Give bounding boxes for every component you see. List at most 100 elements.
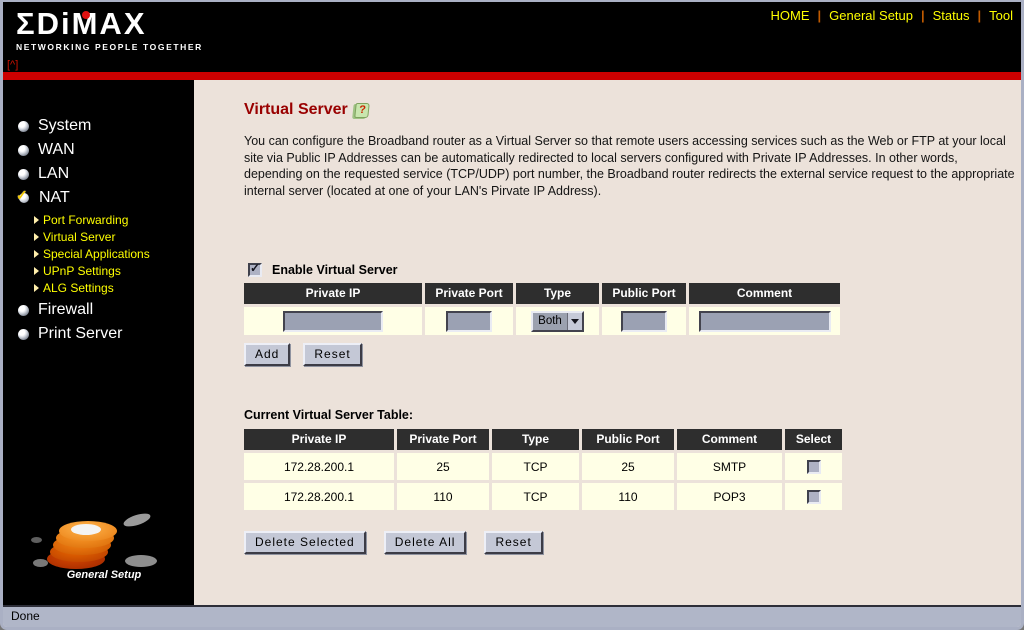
add-button[interactable]: Add bbox=[244, 343, 291, 367]
private-ip-input[interactable] bbox=[283, 310, 383, 332]
submenu-item-label: Port Forwarding bbox=[43, 212, 129, 227]
column-header: Public Port bbox=[582, 429, 674, 451]
sidebar-item-lan[interactable]: LAN bbox=[3, 162, 194, 186]
virtual-server-input-table: Private IP Private Port Type Public Port… bbox=[244, 283, 840, 336]
delete-selected-button[interactable]: Delete Selected bbox=[244, 531, 366, 555]
triangle-bullet-icon bbox=[34, 249, 39, 258]
sidebar-item-system[interactable]: System bbox=[3, 114, 194, 138]
top-anchor-link[interactable]: [^] bbox=[7, 59, 18, 71]
edimax-logo: ΣDiMAX NETWORKING PEOPLE TOGETHER bbox=[16, 8, 203, 53]
column-header: Private Port bbox=[425, 283, 513, 305]
top-nav: HOME | General Setup | Status | Tool bbox=[771, 8, 1013, 23]
submenu-item-label: Special Applications bbox=[43, 246, 150, 261]
sidebar: System WAN LAN ✓ NAT Port Forwarding Vir… bbox=[3, 80, 194, 605]
sidebar-item-label: Firewall bbox=[38, 301, 94, 318]
enable-virtual-server-checkbox[interactable] bbox=[248, 261, 262, 278]
nav-tool[interactable]: Tool bbox=[989, 8, 1013, 23]
table-row-cell: 110 bbox=[397, 483, 489, 511]
table-row-cell: 25 bbox=[582, 453, 674, 481]
reset-table-button[interactable]: Reset bbox=[484, 531, 543, 555]
table-row-cell: POP3 bbox=[677, 483, 782, 511]
row-select-checkbox[interactable] bbox=[806, 459, 821, 474]
sidebar-item-print-server[interactable]: Print Server bbox=[3, 322, 194, 346]
submenu-item-port-forwarding[interactable]: Port Forwarding bbox=[3, 211, 194, 228]
column-header: Type bbox=[516, 283, 599, 305]
row-select-checkbox[interactable] bbox=[806, 489, 821, 504]
page-title: Virtual Server bbox=[244, 101, 348, 118]
general-setup-label: General Setup bbox=[66, 569, 142, 581]
checked-bullet-icon: ✓ bbox=[16, 187, 29, 203]
sidebar-item-nat[interactable]: ✓ NAT bbox=[3, 186, 194, 210]
sidebar-item-firewall[interactable]: Firewall bbox=[3, 298, 194, 322]
delete-all-button[interactable]: Delete All bbox=[383, 531, 467, 555]
submenu-item-label: UPnP Settings bbox=[43, 263, 121, 278]
main-content: Virtual Server ? You can configure the B… bbox=[194, 80, 1021, 605]
type-cell: Both bbox=[516, 307, 599, 336]
comment-cell bbox=[689, 307, 840, 336]
submenu-item-label: Virtual Server bbox=[43, 229, 116, 244]
submenu-item-upnp-settings[interactable]: UPnP Settings bbox=[3, 262, 194, 279]
nav-separator: | bbox=[817, 8, 822, 23]
logo-brand: ΣDiMAX bbox=[16, 6, 147, 41]
bullet-sphere-icon bbox=[18, 144, 29, 156]
column-header: Comment bbox=[689, 283, 840, 305]
submenu-item-label: ALG Settings bbox=[43, 280, 114, 295]
logo-dot-icon bbox=[82, 11, 90, 19]
table-row-cell: TCP bbox=[492, 483, 579, 511]
table-row-select-cell bbox=[785, 453, 842, 481]
dropdown-arrow-icon bbox=[566, 312, 582, 330]
logo-text: ΣDiMAX bbox=[16, 8, 203, 40]
browser-window: ΣDiMAX NETWORKING PEOPLE TOGETHER HOME |… bbox=[0, 0, 1024, 630]
sidebar-item-wan[interactable]: WAN bbox=[3, 138, 194, 162]
triangle-bullet-icon bbox=[34, 266, 39, 275]
sidebar-item-label: System bbox=[38, 117, 92, 134]
nav-separator: | bbox=[977, 8, 982, 23]
nav-general-setup[interactable]: General Setup bbox=[829, 8, 913, 23]
table-row-cell: SMTP bbox=[677, 453, 782, 481]
red-divider-bar bbox=[3, 72, 1021, 80]
bullet-sphere-icon bbox=[18, 328, 29, 340]
enable-virtual-server-label: Enable Virtual Server bbox=[272, 263, 398, 278]
type-select-value: Both bbox=[538, 314, 562, 327]
table-row-cell: 25 bbox=[397, 453, 489, 481]
page-description: You can configure the Broadband router a… bbox=[244, 134, 1015, 198]
status-text: Done bbox=[11, 609, 40, 623]
column-header: Public Port bbox=[602, 283, 686, 305]
public-port-cell bbox=[602, 307, 686, 336]
column-header: Select bbox=[785, 429, 842, 451]
private-ip-cell bbox=[244, 307, 422, 336]
column-header: Private IP bbox=[244, 283, 422, 305]
column-header: Comment bbox=[677, 429, 782, 451]
comment-input[interactable] bbox=[698, 310, 831, 332]
help-book-icon[interactable]: ? bbox=[353, 102, 370, 118]
table-row-cell: 172.28.200.1 bbox=[244, 483, 394, 511]
current-virtual-server-table: Private IP Private Port Type Public Port… bbox=[244, 429, 842, 511]
nav-home[interactable]: HOME bbox=[771, 8, 810, 23]
private-port-cell bbox=[425, 307, 513, 336]
submenu-item-alg-settings[interactable]: ALG Settings bbox=[3, 279, 194, 296]
type-select[interactable]: Both bbox=[531, 310, 584, 332]
header: ΣDiMAX NETWORKING PEOPLE TOGETHER HOME |… bbox=[3, 2, 1021, 72]
column-header: Private Port bbox=[397, 429, 489, 451]
triangle-bullet-icon bbox=[34, 283, 39, 292]
general-setup-logo: General Setup bbox=[31, 509, 166, 587]
table-row-select-cell bbox=[785, 483, 842, 511]
sidebar-item-label: LAN bbox=[38, 165, 70, 182]
nat-submenu: Port Forwarding Virtual Server Special A… bbox=[3, 210, 194, 298]
sidebar-item-label: Print Server bbox=[38, 325, 123, 342]
table-row-cell: 172.28.200.1 bbox=[244, 453, 394, 481]
table-row-cell: TCP bbox=[492, 453, 579, 481]
private-port-input[interactable] bbox=[446, 310, 492, 332]
bullet-sphere-icon bbox=[18, 304, 29, 316]
submenu-item-virtual-server[interactable]: Virtual Server bbox=[3, 228, 194, 245]
public-port-input[interactable] bbox=[621, 310, 667, 332]
nav-separator: | bbox=[921, 8, 925, 23]
submenu-item-special-applications[interactable]: Special Applications bbox=[3, 245, 194, 262]
table-row-cell: 110 bbox=[582, 483, 674, 511]
nav-status[interactable]: Status bbox=[933, 8, 970, 23]
bullet-sphere-icon bbox=[18, 120, 29, 132]
sidebar-item-label: WAN bbox=[38, 141, 75, 158]
status-bar: Done bbox=[3, 605, 1021, 627]
reset-button[interactable]: Reset bbox=[303, 343, 362, 367]
bullet-sphere-icon bbox=[18, 168, 29, 180]
